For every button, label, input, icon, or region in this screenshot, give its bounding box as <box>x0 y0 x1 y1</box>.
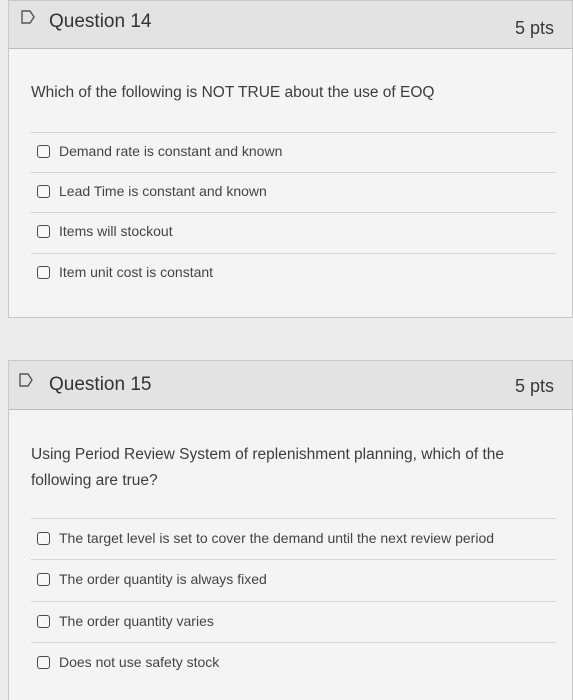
radio-button-icon[interactable] <box>37 531 50 545</box>
answer-option-label: Item unit cost is constant <box>59 264 214 280</box>
question-14-prompt: Which of the following is NOT TRUE about… <box>31 84 435 101</box>
answer-option[interactable]: The order quantity is always fixed <box>37 567 556 591</box>
answer-option[interactable]: Demand rate is constant and known <box>37 139 556 163</box>
answer-option-label: The order quantity is always fixed <box>59 571 267 587</box>
question-14-points: 5 pts <box>514 18 554 38</box>
question-15-card: Question 15 5 pts Using Period Review Sy… <box>8 360 573 700</box>
divider <box>31 212 556 213</box>
radio-button-icon[interactable] <box>37 144 50 158</box>
radio-button-icon[interactable] <box>37 614 50 628</box>
divider <box>31 518 556 519</box>
divider <box>31 642 556 643</box>
answer-option[interactable]: Does not use safety stock <box>37 650 556 674</box>
radio-button-icon[interactable] <box>37 572 50 586</box>
question-15-header: Question 15 5 pts <box>9 361 572 410</box>
question-14-header: Question 14 5 pts <box>9 1 572 49</box>
answer-option-label: The order quantity varies <box>59 613 214 629</box>
radio-button-icon[interactable] <box>37 655 50 669</box>
question-14-title: Question 14 <box>49 11 152 32</box>
question-14-card: Question 14 5 pts Which of the following… <box>8 0 573 318</box>
answer-option-label: Lead Time is constant and known <box>59 183 267 199</box>
answer-option-label: Does not use safety stock <box>59 654 220 670</box>
answer-option[interactable]: The target level is set to cover the dem… <box>37 526 556 550</box>
radio-button-icon[interactable] <box>37 265 50 279</box>
question-15-prompt: Using Period Review System of replenishm… <box>31 446 504 489</box>
answer-option-label: Items will stockout <box>59 223 173 239</box>
answer-option[interactable]: Lead Time is constant and known <box>37 179 556 203</box>
bookmark-flag-icon[interactable] <box>21 10 35 24</box>
divider <box>31 559 556 560</box>
question-15-points: 5 pts <box>514 376 554 396</box>
question-15-title: Question 15 <box>49 374 152 395</box>
divider <box>31 172 556 173</box>
answer-option[interactable]: The order quantity varies <box>37 609 556 633</box>
answer-option[interactable]: Item unit cost is constant <box>37 260 556 284</box>
bookmark-flag-icon[interactable] <box>19 373 33 387</box>
answer-option[interactable]: Items will stockout <box>37 219 556 243</box>
divider <box>31 132 556 133</box>
answer-option-label: The target level is set to cover the dem… <box>59 530 495 546</box>
answer-option-label: Demand rate is constant and known <box>59 143 283 159</box>
radio-button-icon[interactable] <box>37 224 50 238</box>
divider <box>31 253 556 254</box>
divider <box>31 601 556 602</box>
radio-button-icon[interactable] <box>37 184 50 198</box>
